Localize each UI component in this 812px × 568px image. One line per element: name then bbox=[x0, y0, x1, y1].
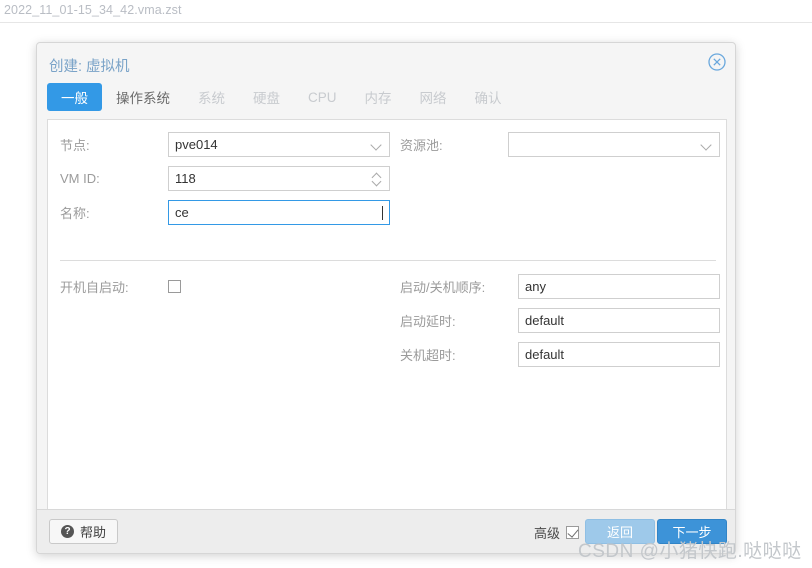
field-row-pool: 资源池: bbox=[400, 130, 720, 159]
shutdown-timeout-input[interactable]: default bbox=[518, 342, 720, 367]
next-button[interactable]: 下一步 bbox=[657, 519, 727, 544]
start-delay-value: default bbox=[525, 313, 565, 328]
form-column-left-2: 开机自启动: bbox=[60, 272, 390, 306]
spinner-updown-icon[interactable] bbox=[372, 171, 383, 187]
field-row-autostart: 开机自启动: bbox=[60, 272, 390, 301]
form-section-divider bbox=[60, 260, 716, 261]
node-select[interactable]: pve014 bbox=[168, 132, 390, 157]
help-button-label: 帮助 bbox=[80, 525, 107, 540]
field-row-vmid: VM ID: 118 bbox=[60, 164, 390, 193]
screen-root: 2022_11_01-15_34_42.vma.zst 创建: 虚拟机 一般 操… bbox=[0, 0, 812, 568]
chevron-down-icon bbox=[371, 139, 383, 151]
tab-disk[interactable]: 硬盘 bbox=[239, 83, 294, 111]
pool-label: 资源池: bbox=[400, 138, 443, 153]
name-value: ce bbox=[175, 205, 189, 220]
advanced-toggle[interactable]: 高级 bbox=[534, 523, 579, 542]
dialog-footer: ? 帮助 高级 返回 下一步 bbox=[37, 509, 735, 553]
start-delay-label: 启动延时: bbox=[400, 314, 456, 329]
tab-network[interactable]: 网络 bbox=[406, 83, 461, 111]
name-label: 名称: bbox=[60, 206, 90, 221]
dialog-body: 节点: pve014 VM ID: 118 名称: ce 资源池: 开机自启动:… bbox=[47, 119, 727, 511]
field-row-node: 节点: pve014 bbox=[60, 130, 390, 159]
form-column-left: 节点: pve014 VM ID: 118 名称: ce bbox=[60, 130, 390, 232]
advanced-label: 高级 bbox=[533, 526, 560, 541]
field-row-start-delay: 启动延时: default bbox=[400, 306, 720, 335]
tab-general[interactable]: 一般 bbox=[47, 83, 102, 111]
browser-top-bar: 2022_11_01-15_34_42.vma.zst bbox=[0, 0, 812, 23]
tab-confirm[interactable]: 确认 bbox=[461, 83, 516, 111]
field-row-name: 名称: ce bbox=[60, 198, 390, 227]
shutdown-timeout-value: default bbox=[525, 347, 565, 362]
vmid-value: 118 bbox=[175, 171, 196, 186]
tab-system[interactable]: 系统 bbox=[184, 83, 239, 111]
back-button[interactable]: 返回 bbox=[585, 519, 655, 544]
tab-cpu[interactable]: CPU bbox=[294, 86, 351, 109]
dialog-header: 创建: 虚拟机 一般 操作系统 系统 硬盘 CPU 内存 网络 确认 bbox=[37, 43, 735, 119]
tab-os[interactable]: 操作系统 bbox=[102, 83, 184, 111]
advanced-checkbox[interactable] bbox=[566, 526, 579, 539]
downloaded-file-name: 2022_11_01-15_34_42.vma.zst bbox=[4, 3, 182, 17]
chevron-down-icon bbox=[701, 139, 713, 151]
form-column-right-2: 启动/关机顺序: any 启动延时: default 关机超时: default bbox=[400, 272, 720, 374]
field-row-start-order: 启动/关机顺序: any bbox=[400, 272, 720, 301]
question-circle-icon: ? bbox=[61, 525, 74, 538]
start-order-value: any bbox=[525, 279, 546, 294]
create-vm-dialog: 创建: 虚拟机 一般 操作系统 系统 硬盘 CPU 内存 网络 确认 节点: p… bbox=[36, 42, 736, 554]
node-label: 节点: bbox=[60, 138, 90, 153]
vmid-stepper[interactable]: 118 bbox=[168, 166, 390, 191]
shutdown-timeout-label: 关机超时: bbox=[400, 348, 456, 363]
dialog-title: 创建: 虚拟机 bbox=[49, 59, 130, 75]
start-order-label: 启动/关机顺序: bbox=[400, 280, 486, 295]
start-delay-input[interactable]: default bbox=[518, 308, 720, 333]
node-value: pve014 bbox=[175, 137, 218, 152]
field-row-shutdown-timeout: 关机超时: default bbox=[400, 340, 720, 369]
vmid-label: VM ID: bbox=[60, 171, 100, 186]
name-input[interactable]: ce bbox=[168, 200, 390, 225]
dialog-tab-bar: 一般 操作系统 系统 硬盘 CPU 内存 网络 确认 bbox=[47, 83, 516, 111]
text-caret bbox=[382, 205, 383, 220]
help-button[interactable]: ? 帮助 bbox=[49, 519, 119, 544]
autostart-label: 开机自启动: bbox=[60, 280, 129, 295]
tab-memory[interactable]: 内存 bbox=[351, 83, 406, 111]
pool-select[interactable] bbox=[508, 132, 720, 157]
form-column-right: 资源池: bbox=[400, 130, 720, 164]
autostart-checkbox[interactable] bbox=[168, 280, 181, 293]
close-circle-icon[interactable] bbox=[708, 53, 726, 71]
start-order-input[interactable]: any bbox=[518, 274, 720, 299]
